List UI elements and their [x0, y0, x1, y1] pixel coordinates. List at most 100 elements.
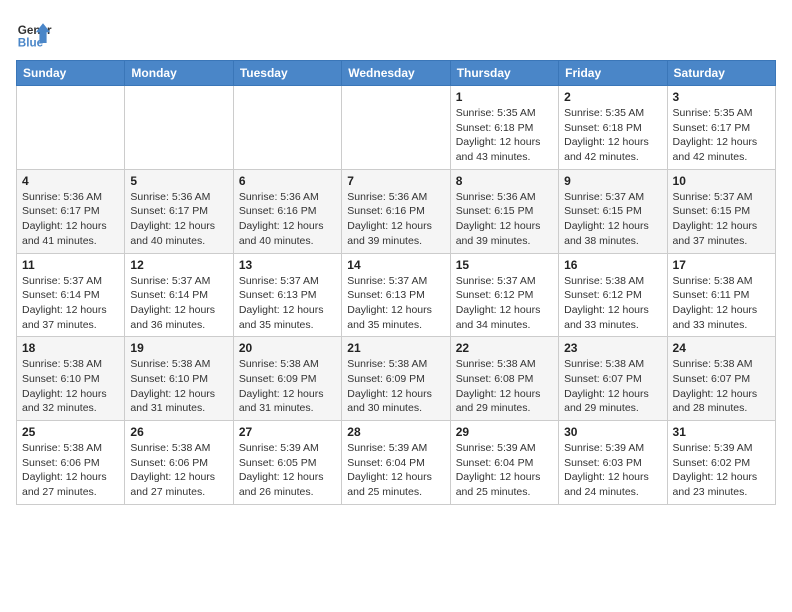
calendar-cell: 12 Sunrise: 5:37 AM Sunset: 6:14 PM Dayli… [125, 253, 233, 337]
day-number: 10 [673, 174, 770, 188]
calendar-cell: 2 Sunrise: 5:35 AM Sunset: 6:18 PM Daylig… [559, 86, 667, 170]
calendar-cell: 26Sunrise: 5:38 AM Sunset: 6:06 PM Dayli… [125, 421, 233, 505]
calendar-week-row: 25 Sunrise: 5:38 AM Sunset: 6:06 PM Dayli… [17, 421, 776, 505]
day-number: 28 [347, 425, 444, 439]
calendar-header-row: SundayMondayTuesdayWednesdayThursdayFrid… [17, 61, 776, 86]
calendar-cell: 28 Sunrise: 5:39 AM Sunset: 6:04 PM Dayli… [342, 421, 450, 505]
calendar-cell: 9 Sunrise: 5:37 AM Sunset: 6:15 PM Daylig… [559, 169, 667, 253]
day-number: 13 [239, 258, 336, 272]
calendar-cell: 11 Sunrise: 5:37 AM Sunset: 6:14 PM Dayli… [17, 253, 125, 337]
day-number: 8 [456, 174, 553, 188]
calendar-cell: 19 Sunrise: 5:38 AM Sunset: 6:10 PM Dayli… [125, 337, 233, 421]
calendar-cell: 14 Sunrise: 5:37 AM Sunset: 6:13 PM Dayli… [342, 253, 450, 337]
day-info: Sunrise: 5:38 AM Sunset: 6:12 PM Dayligh… [564, 274, 661, 333]
day-header-friday: Friday [559, 61, 667, 86]
day-header-monday: Monday [125, 61, 233, 86]
day-number: 14 [347, 258, 444, 272]
day-number: 19 [130, 341, 227, 355]
day-number: 25 [22, 425, 119, 439]
calendar-cell: 24Sunrise: 5:38 AM Sunset: 6:07 PM Dayli… [667, 337, 775, 421]
day-info: Sunrise: 5:37 AM Sunset: 6:14 PM Dayligh… [22, 274, 119, 333]
day-header-thursday: Thursday [450, 61, 558, 86]
day-info: Sunrise: 5:38 AM Sunset: 6:09 PM Dayligh… [347, 357, 444, 416]
day-number: 11 [22, 258, 119, 272]
calendar-cell: 17 Sunrise: 5:38 AM Sunset: 6:11 PM Dayli… [667, 253, 775, 337]
calendar-cell: 15 Sunrise: 5:37 AM Sunset: 6:12 PM Dayli… [450, 253, 558, 337]
calendar-table: SundayMondayTuesdayWednesdayThursdayFrid… [16, 60, 776, 505]
day-number: 22 [456, 341, 553, 355]
day-number: 4 [22, 174, 119, 188]
page-header: General Blue [16, 16, 776, 52]
calendar-cell: 30 Sunrise: 5:39 AM Sunset: 6:03 PM Dayli… [559, 421, 667, 505]
calendar-cell: 21Sunrise: 5:38 AM Sunset: 6:09 PM Dayli… [342, 337, 450, 421]
day-number: 1 [456, 90, 553, 104]
day-info: Sunrise: 5:38 AM Sunset: 6:11 PM Dayligh… [673, 274, 770, 333]
day-number: 29 [456, 425, 553, 439]
day-number: 7 [347, 174, 444, 188]
day-info: Sunrise: 5:39 AM Sunset: 6:05 PM Dayligh… [239, 441, 336, 500]
calendar-cell: 20 Sunrise: 5:38 AM Sunset: 6:09 PM Dayli… [233, 337, 341, 421]
day-info: Sunrise: 5:36 AM Sunset: 6:16 PM Dayligh… [347, 190, 444, 249]
calendar-cell: 18 Sunrise: 5:38 AM Sunset: 6:10 PM Dayli… [17, 337, 125, 421]
day-number: 18 [22, 341, 119, 355]
day-info: Sunrise: 5:36 AM Sunset: 6:17 PM Dayligh… [22, 190, 119, 249]
calendar-cell: 1 Sunrise: 5:35 AM Sunset: 6:18 PM Daylig… [450, 86, 558, 170]
day-number: 30 [564, 425, 661, 439]
day-info: Sunrise: 5:37 AM Sunset: 6:13 PM Dayligh… [347, 274, 444, 333]
day-number: 9 [564, 174, 661, 188]
calendar-week-row: 11 Sunrise: 5:37 AM Sunset: 6:14 PM Dayli… [17, 253, 776, 337]
calendar-cell: 6 Sunrise: 5:36 AM Sunset: 6:16 PM Daylig… [233, 169, 341, 253]
calendar-week-row: 18 Sunrise: 5:38 AM Sunset: 6:10 PM Dayli… [17, 337, 776, 421]
day-number: 5 [130, 174, 227, 188]
day-header-sunday: Sunday [17, 61, 125, 86]
day-number: 3 [673, 90, 770, 104]
day-info: Sunrise: 5:39 AM Sunset: 6:04 PM Dayligh… [347, 441, 444, 500]
day-number: 6 [239, 174, 336, 188]
logo: General Blue [16, 16, 52, 52]
logo-icon: General Blue [16, 16, 52, 52]
calendar-cell: 5Sunrise: 5:36 AM Sunset: 6:17 PM Daylig… [125, 169, 233, 253]
day-info: Sunrise: 5:38 AM Sunset: 6:07 PM Dayligh… [564, 357, 661, 416]
calendar-cell: 13 Sunrise: 5:37 AM Sunset: 6:13 PM Dayli… [233, 253, 341, 337]
day-info: Sunrise: 5:38 AM Sunset: 6:09 PM Dayligh… [239, 357, 336, 416]
day-info: Sunrise: 5:37 AM Sunset: 6:15 PM Dayligh… [564, 190, 661, 249]
day-number: 20 [239, 341, 336, 355]
calendar-cell: 16Sunrise: 5:38 AM Sunset: 6:12 PM Dayli… [559, 253, 667, 337]
day-info: Sunrise: 5:39 AM Sunset: 6:04 PM Dayligh… [456, 441, 553, 500]
day-info: Sunrise: 5:35 AM Sunset: 6:18 PM Dayligh… [456, 106, 553, 165]
day-info: Sunrise: 5:38 AM Sunset: 6:10 PM Dayligh… [22, 357, 119, 416]
calendar-cell: 8 Sunrise: 5:36 AM Sunset: 6:15 PM Daylig… [450, 169, 558, 253]
day-header-wednesday: Wednesday [342, 61, 450, 86]
day-info: Sunrise: 5:39 AM Sunset: 6:02 PM Dayligh… [673, 441, 770, 500]
day-number: 15 [456, 258, 553, 272]
day-number: 24 [673, 341, 770, 355]
calendar-cell: 10 Sunrise: 5:37 AM Sunset: 6:15 PM Dayli… [667, 169, 775, 253]
day-header-saturday: Saturday [667, 61, 775, 86]
day-info: Sunrise: 5:35 AM Sunset: 6:18 PM Dayligh… [564, 106, 661, 165]
day-number: 17 [673, 258, 770, 272]
calendar-cell: 25 Sunrise: 5:38 AM Sunset: 6:06 PM Dayli… [17, 421, 125, 505]
day-info: Sunrise: 5:38 AM Sunset: 6:10 PM Dayligh… [130, 357, 227, 416]
day-info: Sunrise: 5:38 AM Sunset: 6:06 PM Dayligh… [22, 441, 119, 500]
day-info: Sunrise: 5:36 AM Sunset: 6:15 PM Dayligh… [456, 190, 553, 249]
day-info: Sunrise: 5:35 AM Sunset: 6:17 PM Dayligh… [673, 106, 770, 165]
day-number: 26 [130, 425, 227, 439]
calendar-cell: 3 Sunrise: 5:35 AM Sunset: 6:17 PM Daylig… [667, 86, 775, 170]
calendar-cell: 23 Sunrise: 5:38 AM Sunset: 6:07 PM Dayli… [559, 337, 667, 421]
day-info: Sunrise: 5:37 AM Sunset: 6:14 PM Dayligh… [130, 274, 227, 333]
day-header-tuesday: Tuesday [233, 61, 341, 86]
day-number: 12 [130, 258, 227, 272]
calendar-cell [125, 86, 233, 170]
day-info: Sunrise: 5:37 AM Sunset: 6:15 PM Dayligh… [673, 190, 770, 249]
day-info: Sunrise: 5:37 AM Sunset: 6:12 PM Dayligh… [456, 274, 553, 333]
day-info: Sunrise: 5:39 AM Sunset: 6:03 PM Dayligh… [564, 441, 661, 500]
day-info: Sunrise: 5:37 AM Sunset: 6:13 PM Dayligh… [239, 274, 336, 333]
calendar-cell [17, 86, 125, 170]
calendar-cell: 4 Sunrise: 5:36 AM Sunset: 6:17 PM Daylig… [17, 169, 125, 253]
day-number: 31 [673, 425, 770, 439]
day-info: Sunrise: 5:36 AM Sunset: 6:16 PM Dayligh… [239, 190, 336, 249]
calendar-cell: 29 Sunrise: 5:39 AM Sunset: 6:04 PM Dayli… [450, 421, 558, 505]
day-number: 23 [564, 341, 661, 355]
day-number: 2 [564, 90, 661, 104]
calendar-cell [233, 86, 341, 170]
